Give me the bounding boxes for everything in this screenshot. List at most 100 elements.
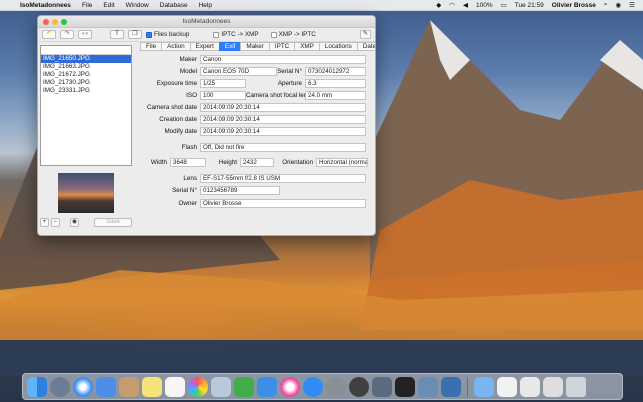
siri-icon[interactable]: ◉ — [616, 1, 622, 9]
document-icon[interactable] — [497, 376, 517, 397]
focal-field[interactable]: 24.0 mm — [305, 91, 366, 100]
tab-exif[interactable]: Exif — [218, 42, 241, 51]
modify-date-field[interactable]: 2014:09:09 20:30:14 — [200, 127, 366, 136]
status-area: ◆ ◠ ◀ 100% ▭ Tue 21:59 Olivier Brosse ⌕ … — [436, 1, 643, 9]
xmp-to-iptc-label: XMP -> IPTC — [278, 31, 316, 38]
files-backup-label: Files backup — [154, 31, 190, 38]
file-list-item[interactable]: IMG_21650.JPG — [41, 55, 131, 63]
tab-action[interactable]: Action — [161, 42, 190, 51]
mail-icon[interactable] — [96, 376, 116, 397]
width-field[interactable]: 3648 — [170, 158, 206, 167]
photos-icon[interactable] — [188, 376, 208, 397]
wifi-icon[interactable]: ◠ — [449, 1, 455, 9]
launchpad-icon[interactable] — [50, 376, 70, 397]
menu-edit[interactable]: Edit — [103, 2, 114, 9]
copy-button[interactable]: ❐ — [128, 30, 142, 39]
menu-help[interactable]: Help — [199, 2, 212, 9]
file-list-item[interactable]: IMG_21730.JPG — [41, 79, 131, 87]
toolbar: ↶ ↷ ●● T ❐ Files backup IPTC -> XMP XMP … — [38, 28, 375, 42]
lens-serial-field[interactable]: 0123456789 — [200, 186, 280, 195]
file-list-item[interactable]: IMG_21672.JPG — [41, 71, 131, 79]
undo-button[interactable]: ↶ — [42, 30, 56, 39]
spotlight-icon[interactable]: ⌕ — [604, 1, 608, 9]
finder-icon[interactable] — [27, 376, 47, 397]
terminal-icon[interactable] — [395, 376, 415, 397]
dropbox-icon[interactable]: ◆ — [436, 1, 441, 9]
remove-file-button[interactable]: − — [51, 218, 60, 227]
battery-percent[interactable]: 100% — [476, 2, 493, 9]
aperture-field[interactable]: 6.3 — [305, 79, 366, 88]
file-list-item[interactable]: IMG_21663.JPG — [41, 63, 131, 71]
app-store-icon[interactable] — [303, 376, 323, 397]
lens-field[interactable]: EF-S17-55mm f/2.8 IS USM — [200, 174, 366, 183]
numbers-icon[interactable] — [234, 376, 254, 397]
file-list-item[interactable]: IMG_23331.JPG — [41, 87, 131, 95]
photo-app-icon[interactable] — [418, 376, 438, 397]
tab-dates[interactable]: Dates — [356, 42, 375, 51]
orientation-field[interactable]: Horizontal (normal — [316, 158, 368, 167]
screenshot-icon[interactable] — [441, 376, 461, 397]
record-button[interactable]: ●● — [78, 30, 92, 39]
notification-center-icon[interactable]: ☰ — [629, 1, 635, 9]
menu-database[interactable]: Database — [160, 2, 188, 9]
tab-file[interactable]: File — [140, 42, 162, 51]
width-label: Width — [150, 159, 167, 166]
system-preferences-icon[interactable] — [326, 376, 346, 397]
title-bar[interactable]: IsoMetadonnees — [38, 16, 375, 28]
flash-field[interactable]: Off, Did not fire — [200, 143, 366, 152]
clock[interactable]: Tue 21:59 — [515, 2, 544, 9]
menu-window[interactable]: Window — [126, 2, 149, 9]
shot-date-field[interactable]: 2014:09:09 20:30:14 — [200, 103, 366, 112]
trash-icon[interactable] — [566, 376, 586, 397]
files-backup-checkbox[interactable]: Files backup — [146, 31, 189, 38]
minimize-button[interactable] — [52, 19, 58, 25]
isometadonnees-icon[interactable] — [349, 376, 369, 397]
serial-field[interactable]: 073024012972 — [305, 67, 366, 76]
text-tool-button[interactable]: T — [110, 30, 124, 39]
lens-label: Lens — [183, 175, 197, 182]
model-field[interactable]: Canon EOS 70D — [200, 67, 277, 76]
user-name[interactable]: Olivier Brosse — [552, 2, 596, 9]
creation-date-field[interactable]: 2014:09:09 20:30:14 — [200, 115, 366, 124]
tab-maker[interactable]: Maker — [240, 42, 269, 51]
tab-iptc[interactable]: IPTC — [268, 42, 295, 51]
tag-icon[interactable]: ✎ — [360, 30, 371, 39]
itunes-icon[interactable] — [280, 376, 300, 397]
file-list[interactable]: IMG_21650.JPG IMG_21663.JPG IMG_21672.JP… — [40, 45, 132, 166]
close-button[interactable] — [43, 19, 49, 25]
menu-file[interactable]: File — [82, 2, 92, 9]
document-icon-3[interactable] — [543, 376, 563, 397]
height-field[interactable]: 2432 — [240, 158, 274, 167]
redo-button[interactable]: ↷ — [60, 30, 74, 39]
file-search-field[interactable] — [41, 46, 131, 55]
maker-label: Maker — [179, 56, 198, 63]
add-file-button[interactable]: + — [40, 218, 49, 227]
owner-field[interactable]: Olivier Brosse — [200, 199, 366, 208]
iptc-to-xmp-label: IPTC -> XMP — [221, 31, 259, 38]
checkbox-icon — [213, 31, 220, 38]
notes-icon[interactable] — [142, 376, 162, 397]
tab-xmp[interactable]: XMP — [294, 42, 319, 51]
iso-field[interactable]: 100 — [200, 91, 246, 100]
xmp-to-iptc-checkbox[interactable]: XMP -> IPTC — [270, 31, 316, 38]
iptc-to-xmp-checkbox[interactable]: IPTC -> XMP — [213, 31, 259, 38]
maker-field[interactable]: Canon — [200, 55, 366, 64]
contacts-icon[interactable] — [119, 376, 139, 397]
reminders-icon[interactable] — [165, 376, 185, 397]
battery-icon[interactable]: ▭ — [501, 1, 507, 9]
folder-icon[interactable] — [474, 376, 494, 397]
preview-icon[interactable] — [211, 376, 231, 397]
volume-icon[interactable]: ◀ — [463, 1, 468, 9]
keynote-icon[interactable] — [257, 376, 277, 397]
modify-date-label: Modify date — [164, 128, 197, 135]
tab-locations[interactable]: Locations — [318, 42, 357, 51]
exposure-field[interactable]: 1/25 — [200, 79, 246, 88]
eye-icon[interactable]: ◉ — [70, 218, 79, 227]
zoom-button[interactable] — [61, 19, 67, 25]
safari-icon[interactable] — [73, 376, 93, 397]
menu-app-name[interactable]: IsoMetadonnees — [20, 2, 71, 9]
save-button[interactable]: Save — [94, 218, 132, 227]
document-icon-2[interactable] — [520, 376, 540, 397]
tab-expert[interactable]: Expert — [189, 42, 219, 51]
image-capture-icon[interactable] — [372, 376, 392, 397]
